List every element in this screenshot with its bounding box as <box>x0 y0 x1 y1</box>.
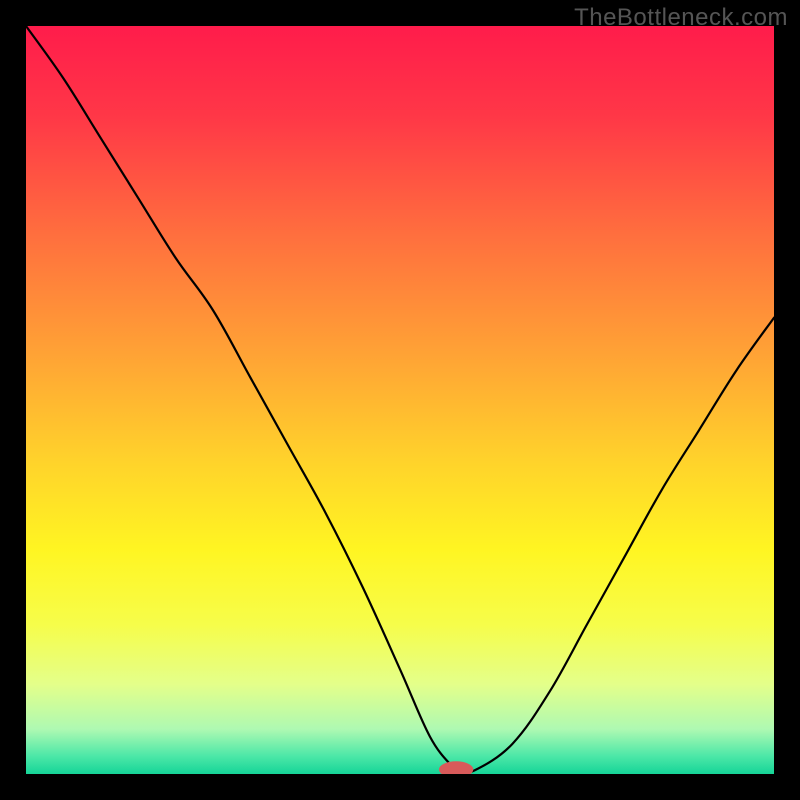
watermark-text: TheBottleneck.com <box>574 4 788 32</box>
plot-area <box>26 26 774 774</box>
bottleneck-plot <box>26 26 774 774</box>
chart-frame: TheBottleneck.com <box>0 0 800 800</box>
gradient-background <box>26 26 774 774</box>
